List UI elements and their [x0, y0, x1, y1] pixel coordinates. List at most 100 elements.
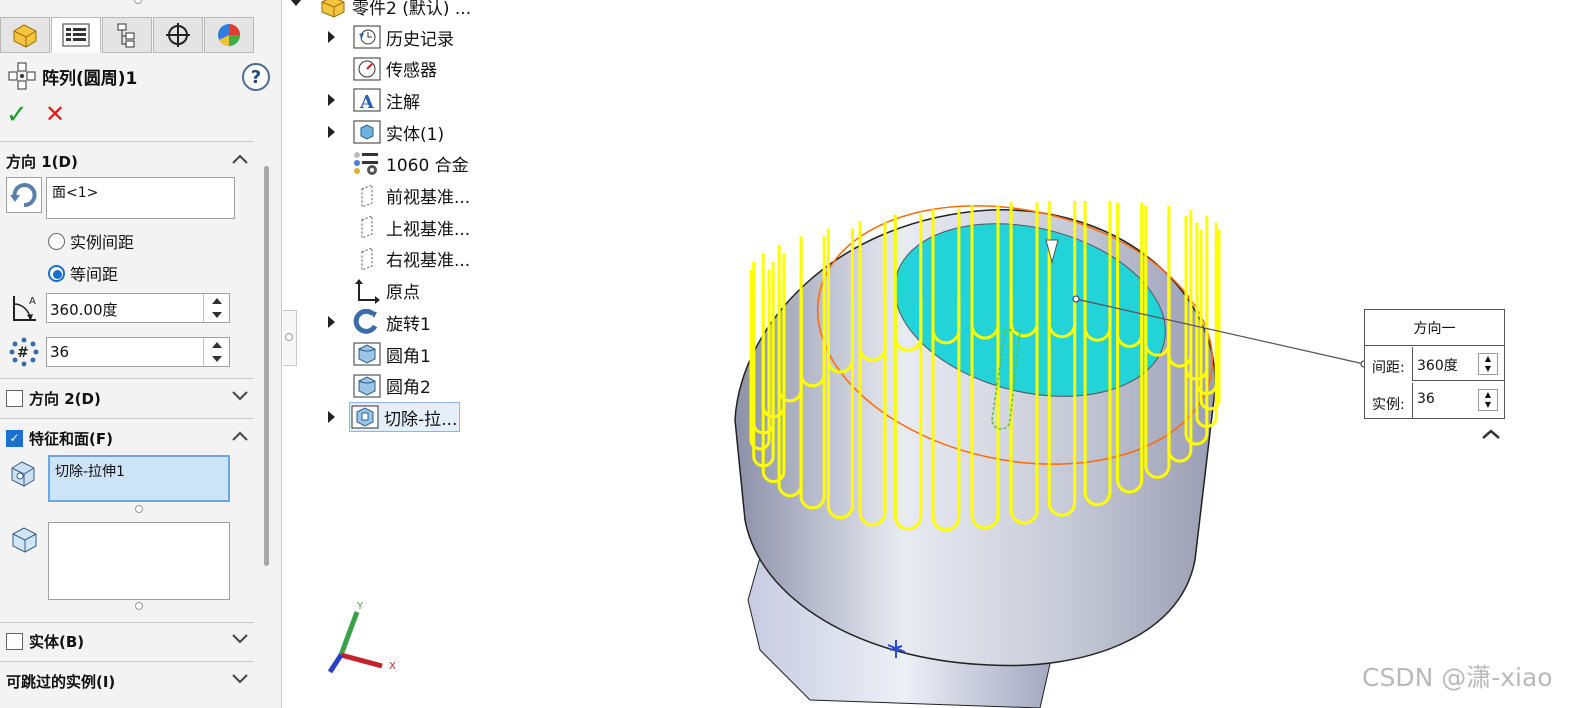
tree-item[interactable]: 切除-拉... — [349, 402, 461, 433]
direction2-header[interactable]: 方向 2(D) — [6, 385, 252, 411]
features-list[interactable]: 切除-拉伸1 — [48, 455, 230, 502]
list-resize-handle[interactable] — [135, 505, 143, 513]
tree-expander-9[interactable] — [328, 316, 335, 329]
help-button[interactable]: ? — [242, 63, 270, 91]
panel-scrollbar[interactable] — [262, 142, 270, 708]
callout-instances-input[interactable]: 36 ▲ ▼ — [1412, 383, 1504, 419]
spin-up-icon[interactable] — [204, 338, 229, 352]
tree-item[interactable]: 1060 合金 — [352, 149, 469, 179]
chevron-down-icon[interactable] — [232, 634, 248, 644]
callout-spinner[interactable]: ▲ ▼ — [1478, 389, 1498, 411]
annotation-icon: A — [352, 86, 382, 114]
x-axis-arrow — [340, 652, 383, 669]
callout-title: 方向一 — [1365, 310, 1504, 346]
tree-root-expander[interactable] — [290, 0, 302, 6]
tab-dimxpert-manager[interactable] — [153, 17, 203, 53]
tab-configuration-manager[interactable] — [102, 17, 152, 53]
tree-item[interactable]: 历史记录 — [352, 22, 454, 52]
tree-root[interactable]: 零件2 (默认) ... — [318, 0, 471, 21]
tree-item-label: 传感器 — [386, 61, 437, 82]
chevron-up-icon[interactable] — [232, 154, 248, 164]
tree-item[interactable]: 右视基准... — [352, 244, 470, 274]
tree-item-label: 前视基准... — [386, 188, 471, 208]
scrollbar-thumb[interactable] — [264, 166, 269, 566]
plane-icon — [352, 213, 382, 241]
feature-manager-icon — [13, 24, 37, 48]
cancel-button[interactable]: ✕ — [45, 100, 65, 128]
direction2-checkbox[interactable] — [6, 389, 23, 407]
equal-spacing-radio[interactable]: 等间距 — [48, 261, 118, 285]
property-manager-icon — [62, 23, 90, 47]
tree-item[interactable]: 旋转1 — [352, 307, 431, 337]
bodies-checkbox[interactable] — [6, 632, 23, 650]
tree-item[interactable]: 原点 — [352, 276, 420, 306]
tree-expander-0[interactable] — [328, 31, 335, 43]
skip-instances-header[interactable]: 可跳过的实例(I) — [6, 668, 252, 694]
crosshair-icon — [166, 23, 190, 47]
radio-off — [48, 232, 65, 250]
chevron-down-icon[interactable] — [232, 674, 248, 684]
direction1-title: 方向 1(D) — [6, 152, 78, 171]
faces-list[interactable] — [48, 522, 230, 600]
tree-item-label: 历史记录 — [386, 29, 454, 50]
direction1-header[interactable]: 方向 1(D) — [6, 148, 252, 174]
callout-spinner[interactable]: ▲ ▼ — [1478, 353, 1498, 375]
tree-item[interactable]: 圆角2 — [352, 371, 431, 401]
tree-item-label: 实体(1) — [386, 124, 445, 145]
instances-input[interactable]: 36 — [46, 337, 230, 367]
tree-item-label: 注解 — [386, 92, 420, 113]
tree-expander-3[interactable] — [328, 126, 335, 139]
tab-property-manager[interactable] — [51, 17, 101, 53]
tree-item[interactable]: 前视基准... — [352, 181, 470, 211]
y-axis-arrow — [338, 611, 360, 656]
z-axis-arrow — [327, 653, 344, 674]
divider — [0, 141, 254, 142]
spin-down-icon[interactable] — [204, 308, 229, 322]
chevron-up-icon[interactable] — [232, 431, 248, 441]
splitter-handle[interactable] — [285, 333, 293, 341]
tree-item-label: 旋转1 — [386, 314, 431, 335]
features-faces-header[interactable]: ✓ 特征和面(F) — [6, 425, 252, 451]
tree-expander-12[interactable] — [328, 411, 335, 424]
tab-feature-manager[interactable] — [0, 17, 50, 53]
sensor-icon — [352, 55, 382, 83]
feature-title: 阵列(圆周)1 — [42, 69, 138, 89]
instance-spacing-radio[interactable]: 实例间距 — [48, 229, 134, 253]
callout-spacing-input[interactable]: 360度 ▲ ▼ — [1412, 347, 1504, 381]
list-resize-handle[interactable] — [135, 602, 143, 610]
ok-button[interactable]: ✓ — [6, 100, 28, 130]
instances-spinner[interactable] — [203, 338, 229, 366]
panel-splitter[interactable] — [283, 310, 297, 366]
reverse-direction-button[interactable] — [6, 177, 42, 213]
tab-display-manager[interactable] — [204, 17, 254, 53]
pattern-callout[interactable]: 方向一 间距: 360度 ▲ ▼ 实例: 36 ▲ ▼ — [1364, 309, 1505, 419]
pattern-axis-field[interactable]: 面<1> — [46, 177, 235, 219]
tree-item[interactable]: 上视基准... — [352, 212, 470, 242]
features-faces-checkbox[interactable]: ✓ — [6, 429, 23, 447]
panel-grip[interactable] — [134, 0, 142, 4]
tree-item[interactable]: 传感器 — [352, 54, 437, 84]
callout-collapse-chevron-icon[interactable] — [1481, 428, 1501, 440]
plane-icon — [352, 245, 382, 273]
feature-item[interactable]: 切除-拉伸1 — [55, 464, 125, 480]
axis-triad: Y X — [327, 601, 396, 674]
callout-spacing-value: 360度 — [1417, 358, 1458, 374]
plane-icon — [352, 182, 382, 210]
divider — [0, 378, 254, 379]
bodies-header[interactable]: 实体(B) — [6, 628, 252, 654]
tree-item[interactable]: 圆角1 — [352, 339, 431, 369]
tree-item[interactable]: 实体(1) — [352, 117, 444, 147]
tree-item[interactable]: A 注解 — [352, 85, 420, 115]
instances-icon: # — [9, 337, 39, 367]
spin-down-icon[interactable] — [204, 352, 229, 366]
tree-item-label: 切除-拉... — [384, 409, 458, 430]
circular-pattern-icon — [8, 62, 36, 90]
equal-spacing-label: 等间距 — [70, 265, 119, 284]
tree-expander-2[interactable] — [328, 94, 335, 107]
configuration-manager-icon — [117, 23, 135, 48]
spin-up-icon[interactable] — [204, 294, 229, 308]
angle-input[interactable]: 360.00度 — [46, 293, 230, 323]
part-icon — [318, 0, 348, 20]
chevron-down-icon[interactable] — [232, 391, 248, 401]
angle-spinner[interactable] — [203, 294, 229, 322]
